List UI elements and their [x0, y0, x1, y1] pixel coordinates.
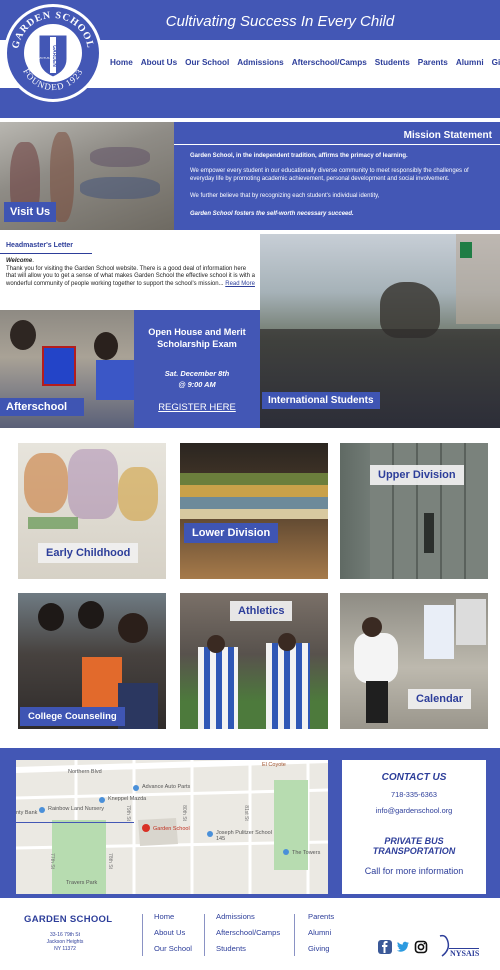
mission-divider [174, 144, 500, 145]
open-house-time: @ 9:00 AM [178, 380, 216, 389]
tile-early-childhood-label: Early Childhood [38, 543, 139, 563]
map-label-garden-school[interactable]: Garden School [153, 826, 190, 832]
footer-admissions[interactable]: Admissions [216, 912, 280, 928]
footer-address-2: Jackson Heights [46, 939, 84, 945]
map-label-bank: nty Bank [16, 810, 38, 816]
open-house-day: Sat. December 8th [164, 369, 230, 378]
map-label-kneppel: Kneppel Mazda [108, 796, 147, 802]
footer-address-1: 33-16 79th St [49, 932, 81, 938]
register-link[interactable]: REGISTER HERE [134, 402, 260, 413]
logo-shield-text: GARDEN [51, 45, 57, 67]
tile-athletics-label: Athletics [230, 601, 293, 621]
open-house-title: Open House and Merit Scholarship Exam [148, 327, 246, 349]
tile-upper-division-label: Upper Division [370, 465, 464, 485]
instagram-icon[interactable] [414, 940, 428, 954]
map-label-advance-auto: Advance Auto Parts [142, 784, 191, 790]
nav-parents[interactable]: Parents [418, 58, 448, 67]
twitter-icon[interactable] [396, 940, 410, 954]
mission-title: Mission Statement [403, 130, 492, 141]
tile-upper-division[interactable]: Upper Division [340, 443, 488, 579]
bus-text: Call for more information [364, 866, 464, 876]
international-students-label[interactable]: International Students [262, 392, 380, 409]
nav-admissions[interactable]: Admissions [237, 58, 283, 67]
headmaster-letter: Welcome. Thank you for visiting the Gard… [6, 258, 256, 287]
school-logo[interactable]: GARDEN SCHOOL FOUNDED 1923 GARDEN VICTUS [4, 4, 102, 102]
tagline: Cultivating Success In Every Child [165, 13, 395, 30]
headmaster-underline [0, 253, 92, 254]
footer-col-1: Home About Us Our School [154, 912, 192, 960]
bus-title: PRIVATE BUS TRANSPORTATION [372, 836, 456, 856]
nav-home[interactable]: Home [110, 58, 133, 67]
mission-closing: Garden School fosters the self-worth nec… [190, 211, 354, 217]
contact-panel: CONTACT US 718-335-6363 info@gardenschoo… [342, 760, 486, 894]
open-house-panel: Open House and Merit Scholarship Exam Sa… [134, 310, 260, 428]
welcome-text: Welcome [6, 258, 33, 264]
visit-us-button[interactable]: Visit Us [4, 202, 57, 222]
nysais-text: NYSAIS [450, 949, 480, 958]
tile-college-counseling[interactable]: College Counseling [18, 593, 166, 729]
mission-body-2: We further believe that by recognizing e… [190, 193, 380, 199]
map-label-el-coyote: El Coyote [262, 762, 286, 768]
contact-email[interactable]: info@gardenschool.org [342, 806, 486, 815]
open-house-date: Sat. December 8th @ 9:00 AM [134, 368, 260, 390]
logo-shield-side: VICTUS [38, 56, 49, 60]
tile-athletics[interactable]: Athletics [180, 593, 328, 729]
mission-panel: Mission Statement Garden School, in the … [174, 122, 500, 230]
nav-alumni[interactable]: Alumni [456, 58, 484, 67]
nav-links: Home About Us Our School Admissions Afte… [110, 58, 500, 67]
map[interactable]: Northern Blvd Advance Auto Parts Kneppel… [16, 760, 328, 894]
nav-giving[interactable]: Giving [492, 58, 500, 67]
tile-calendar[interactable]: Calendar [340, 593, 488, 729]
footer-parents[interactable]: Parents [308, 912, 334, 928]
mission-lead: Garden School, in the independent tradit… [190, 153, 408, 159]
map-label-79th: 79th St [124, 805, 131, 821]
contact-phone[interactable]: 718-335-6363 [342, 790, 486, 799]
facebook-icon[interactable] [378, 940, 392, 954]
footer-our-school[interactable]: Our School [154, 944, 192, 960]
nav-afterschool[interactable]: Afterschool/Camps [292, 58, 367, 67]
footer-alumni[interactable]: Alumni [308, 928, 334, 944]
mission-body: We empower every student in our educatio… [190, 168, 469, 182]
read-more-link[interactable]: Read More [225, 281, 255, 287]
map-label-rainbow: Rainbow Land Nursery [48, 806, 104, 812]
headmaster-body: Thank you for visiting the Garden School… [6, 265, 256, 287]
footer-about-us[interactable]: About Us [154, 928, 192, 944]
tile-college-counseling-label: College Counseling [20, 707, 125, 726]
contact-title: CONTACT US [381, 772, 447, 783]
headmaster-title: Headmaster's Letter [6, 242, 74, 249]
map-label-pulitzer: Joseph Pulitzer School 145 [216, 830, 272, 842]
tile-calendar-label: Calendar [408, 689, 472, 709]
nav-about-us[interactable]: About Us [141, 58, 177, 67]
footer-afterschool[interactable]: Afterschool/Camps [216, 928, 280, 944]
page: Cultivating Success In Every Child Home … [0, 0, 500, 970]
afterschool-label[interactable]: Afterschool [0, 398, 84, 416]
map-label-travers-park: Travers Park [66, 880, 98, 886]
map-label-80th: 80th St [180, 805, 187, 821]
tile-lower-division[interactable]: Lower Division [180, 443, 328, 579]
contact-divider [10, 822, 134, 823]
map-label-77th: 77th St [48, 853, 55, 869]
footer-home[interactable]: Home [154, 912, 192, 928]
footer-col-3: Parents Alumni Giving [308, 912, 334, 960]
footer-col-2: Admissions Afterschool/Camps Students [216, 912, 280, 960]
tile-lower-division-label: Lower Division [184, 523, 279, 543]
map-label-northern-blvd: Northern Blvd [68, 769, 102, 775]
footer-students[interactable]: Students [216, 944, 280, 960]
footer-giving[interactable]: Giving [308, 944, 334, 960]
map-label-81st: 81st St [242, 805, 249, 821]
map-label-towers: The Towers [292, 850, 321, 856]
footer-divider-3 [294, 914, 295, 956]
footer-address-3: NY 11372 [54, 946, 76, 952]
footer-divider-2 [204, 914, 205, 956]
nav-our-school[interactable]: Our School [185, 58, 229, 67]
nysais-badge[interactable]: NYSAIS [434, 934, 480, 958]
nav-students[interactable]: Students [375, 58, 410, 67]
map-label-78th: 78th St [106, 853, 113, 869]
footer-school-name: GARDEN SCHOOL [24, 914, 113, 925]
tile-early-childhood[interactable]: Early Childhood [18, 443, 166, 579]
footer-divider-1 [142, 914, 143, 956]
